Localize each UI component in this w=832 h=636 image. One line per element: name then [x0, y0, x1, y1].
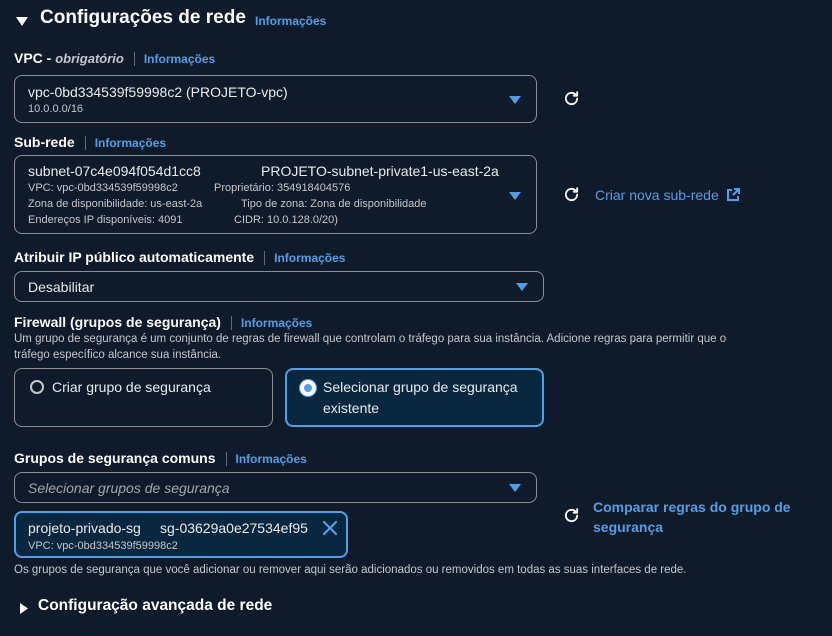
external-link-icon	[726, 188, 741, 207]
radio-select-existing-sg[interactable]: Selecionar grupo de segurança existente	[285, 368, 544, 427]
sg-footer-note: Os grupos de segurança que você adiciona…	[14, 564, 687, 576]
compare-sg-rules-link[interactable]: Comparar regras do grupo de segurança	[593, 497, 791, 537]
token-sg-id: sg-03629a0e27534ef95	[160, 520, 308, 536]
firewall-description: Um grupo de segurança é um conjunto de r…	[14, 331, 824, 363]
subnet-id: subnet-07c4e094f054d1cc8	[28, 163, 201, 179]
remove-token-close-icon[interactable]	[322, 520, 338, 540]
firewall-desc-line2: tráfego específico alcance sua instância…	[14, 349, 222, 361]
advanced-network-config-title[interactable]: Configuração avançada de rede	[38, 597, 272, 615]
vpc-label-text: VPC -	[14, 50, 56, 66]
vpc-info-link[interactable]: Informações	[144, 52, 215, 66]
create-subnet-label: Criar nova sub-rede	[595, 187, 719, 203]
compare-link-line1: Comparar regras do grupo de	[593, 499, 791, 515]
select-existing-label-1: Selecionar grupo de segurança	[323, 379, 518, 395]
firewall-label: Firewall (grupos de segurança) Informaçõe…	[14, 314, 312, 331]
subnet-info-link[interactable]: Informações	[95, 136, 166, 150]
firewall-info-link[interactable]: Informações	[241, 316, 312, 330]
vpc-selected-value: vpc-0bd334539f59998c2 (PROJETO-vpc)	[28, 84, 288, 100]
subnet-name: PROJETO-subnet-private1-us-east-2a	[261, 163, 499, 179]
radio-unselected-icon	[30, 380, 44, 394]
network-info-link[interactable]: Informações	[255, 14, 326, 28]
subnet-az: Zona de disponibilidade: us-east-2a	[28, 198, 203, 210]
section-title: Configurações de rede	[40, 7, 246, 28]
subnet-cidr: CIDR: 10.0.128.0/20)	[234, 214, 338, 226]
subnet-owner: Proprietário: 354918404576	[214, 182, 351, 194]
public-ip-selected: Desabilitar	[28, 279, 95, 295]
vpc-cidr: 10.0.0.0/16	[28, 103, 84, 115]
common-sg-info-link[interactable]: Informações	[236, 452, 307, 466]
common-sg-label: Grupos de segurança comuns Informações	[14, 450, 307, 467]
subnet-zone-type: Tipo de zona: Zona de disponibilidade	[241, 198, 427, 210]
token-sg-vpc: VPC: vpc-0bd334539f59998c2	[28, 540, 178, 552]
refresh-icon[interactable]	[563, 90, 580, 107]
compare-link-line2: segurança	[593, 519, 664, 535]
public-ip-label-text: Atribuir IP público automaticamente	[14, 249, 255, 265]
vpc-select[interactable]: vpc-0bd334539f59998c2 (PROJETO-vpc) 10.0…	[14, 75, 537, 123]
create-sg-label: Criar grupo de segurança	[52, 379, 211, 395]
create-subnet-link[interactable]: Criar nova sub-rede	[595, 187, 741, 207]
vpc-label: VPC - obrigatório Informações	[14, 50, 215, 67]
expand-caret-icon[interactable]	[20, 601, 28, 619]
public-ip-info-link[interactable]: Informações	[274, 251, 345, 265]
collapse-caret-icon[interactable]	[16, 13, 28, 26]
security-group-token: projeto-privado-sg sg-03629a0e27534ef95 …	[14, 511, 348, 558]
token-sg-name: projeto-privado-sg	[28, 520, 141, 536]
firewall-label-text: Firewall (grupos de segurança)	[14, 314, 221, 330]
security-groups-select[interactable]: Selecionar grupos de segurança	[14, 472, 537, 503]
firewall-desc-line1: Um grupo de segurança é um conjunto de r…	[14, 333, 727, 345]
chevron-down-icon	[509, 484, 521, 492]
refresh-icon[interactable]	[563, 507, 580, 524]
chevron-down-icon	[509, 96, 521, 104]
subnet-available-ips: Endereços IP disponíveis: 4091	[28, 214, 183, 226]
radio-create-sg[interactable]: Criar grupo de segurança	[14, 368, 273, 427]
public-ip-select[interactable]: Desabilitar	[14, 271, 544, 302]
sg-select-placeholder: Selecionar grupos de segurança	[28, 480, 230, 496]
chevron-down-icon	[509, 192, 521, 200]
select-existing-label-2: existente	[323, 400, 380, 416]
public-ip-label: Atribuir IP público automaticamente Infor…	[14, 249, 345, 266]
subnet-select[interactable]: subnet-07c4e094f054d1cc8 PROJETO-subnet-…	[14, 155, 537, 234]
subnet-label-text: Sub-rede	[14, 134, 75, 150]
vpc-required-tag: obrigatório	[55, 51, 124, 66]
refresh-icon[interactable]	[563, 186, 580, 203]
radio-selected-icon	[300, 380, 316, 396]
subnet-vpc: VPC: vpc-0bd334539f59998c2	[28, 182, 178, 194]
common-sg-label-text: Grupos de segurança comuns	[14, 450, 216, 466]
chevron-down-icon	[516, 283, 528, 291]
subnet-label: Sub-rede Informações	[14, 134, 166, 151]
